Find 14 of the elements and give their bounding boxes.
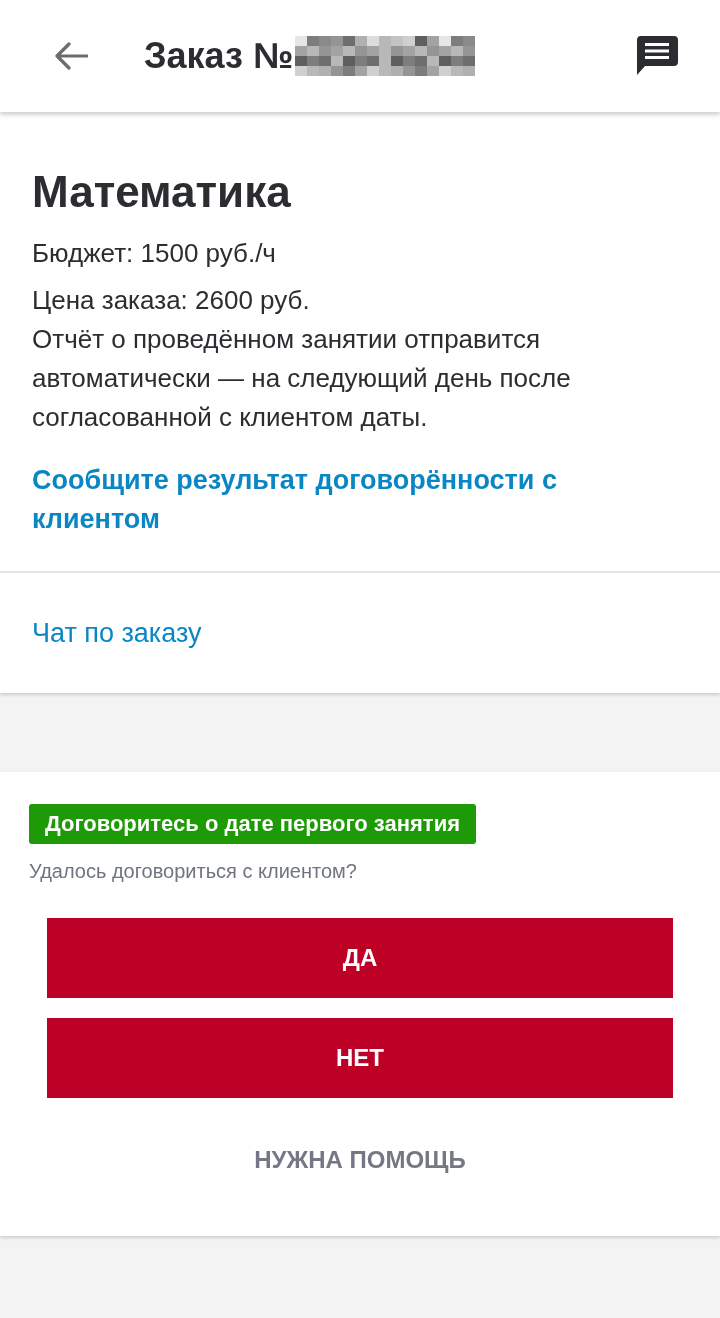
subject-title: Математика	[32, 166, 292, 218]
back-arrow-icon[interactable]	[54, 42, 88, 70]
report-note: Отчёт о проведённом занятии отправится автоматически — на следующий день после согласованной с клиентом даты.	[32, 323, 572, 434]
answer-button[interactable]: НЕТ	[47, 1018, 673, 1098]
agreement-question: Удалось договориться с клиентом?	[29, 860, 358, 883]
order-chat-link[interactable]: Чат по заказу	[32, 617, 202, 649]
chat-icon[interactable]	[636, 36, 678, 76]
answer-button[interactable]: ДА	[47, 918, 673, 998]
price-text: Цена заказа: 2600 руб.	[32, 284, 311, 317]
page-title: Заказ №	[144, 35, 294, 77]
budget-text: Бюджет: 1500 руб./ч	[32, 237, 277, 270]
help-button[interactable]: НУЖНА ПОМОЩЬ	[47, 1118, 673, 1202]
status-badge: Договоритесь о дате первого занятия	[29, 804, 476, 844]
report-result-link[interactable]: Сообщите результат договорённости с клиентом	[32, 461, 688, 539]
